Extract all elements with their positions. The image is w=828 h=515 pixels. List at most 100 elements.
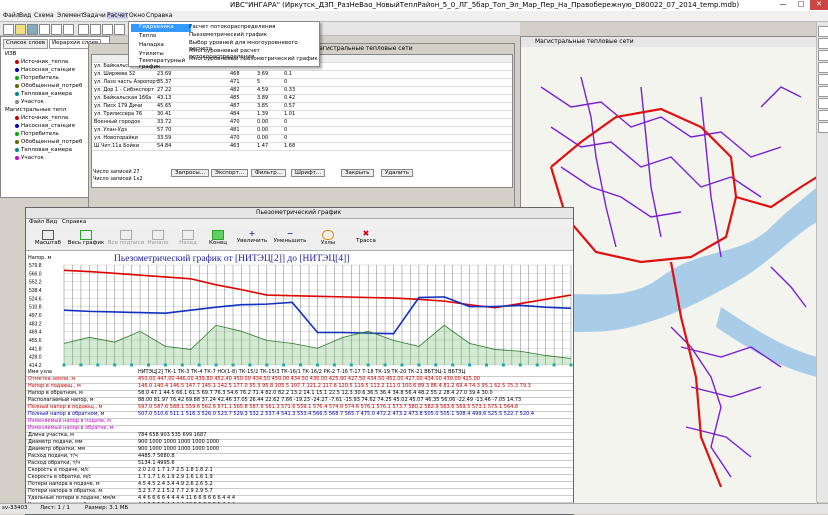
new-icon[interactable] [3,24,14,35]
table-row[interactable]: Ш.Чит.11а Бойки 54.84 463 1.47 1.68 [92,143,512,151]
measure-tool-icon[interactable] [818,98,828,109]
row-values: 4.5 4.5 2.4 3.4 4.9 2.6 2.6 5.2 [138,481,213,487]
menu-item-tuning[interactable]: Наладка [131,42,191,50]
table-row[interactable]: ул. Дор 1 - Сибэкспорт 27.22 482 4.59 0.33 [92,87,512,95]
piezo-menu-view[interactable]: Вид [46,219,57,225]
layer-tool-icon[interactable] [818,122,828,133]
layers-icon[interactable] [114,24,125,35]
piezo-menu-help[interactable]: Справка [62,219,86,225]
row-values: 2.0 2.0 1.7 1.7 2.5 1.8 1.8 2.1 [138,467,213,473]
route-button[interactable]: ✖ Трасса [346,230,386,248]
tree-item[interactable]: Потребитель [15,131,59,137]
export-button[interactable]: Экспорт... [211,169,249,177]
tree-item[interactable]: Магистральные тепл [5,107,66,113]
tree-item[interactable]: Тепловая_камера [15,147,72,153]
y-tick-label: 552.2 [29,280,42,286]
menu-item-hydraulics[interactable]: Гидравлика [131,24,191,32]
tree-item[interactable]: Потребитель [15,75,59,81]
data-grid[interactable]: ул. Байкальская 23510.624833.812.67 ул. … [91,54,513,188]
print-icon[interactable] [78,24,89,35]
record-count: Число записей 27 [93,169,140,175]
node-tool-icon[interactable] [818,74,828,85]
node-marker [366,363,370,367]
font-button[interactable]: Шрифт... [291,169,326,177]
menu-help[interactable]: Справка [146,12,172,19]
tree-item[interactable]: Участок [15,155,44,161]
maximize-button[interactable]: □ [792,0,810,10]
menu-window[interactable]: Окно [129,12,145,19]
minimize-button[interactable]: — [774,0,792,10]
tree-item[interactable]: ИЗВ [5,51,16,57]
menu-view[interactable]: Вид [19,12,31,19]
tree-item[interactable]: Насосная_станция [15,67,75,73]
tree-item[interactable]: Насосная_станция [15,123,75,129]
menu-item-temp-graph[interactable]: Температурный график [131,58,191,70]
whole-graph-button[interactable]: Весь график [66,230,106,248]
row-label: Диаметр обратки, мм [28,446,86,452]
row-label: Изменяемый напор в обратке, м [28,425,114,431]
menu-calc[interactable]: Расчет [107,12,129,19]
table-row[interactable]: ул. Лазо часть Аэропорт 35.37 471 5 0 [92,79,512,87]
select-tool-icon[interactable] [818,26,828,37]
piezo-data-table[interactable]: Имя узла НИТЭЦ[2] ТК-1 ТК-3 ТК-4 ТК-7 НО(… [26,369,573,514]
chart-svg[interactable]: Пьезометрический график от [НИТЭЦ[2]] до… [26,251,573,369]
table-row[interactable]: ул. Ширяева 32 23.69 468 3.69 0.1 [92,71,512,79]
table-row[interactable]: ул. Новоторайки 33.59 470 0.00 0 [92,135,512,143]
y-axis-title: Напор, м [28,255,52,261]
tree-item[interactable]: Обобщенный_потреб [15,83,82,89]
cut-icon[interactable] [39,24,50,35]
delete-button[interactable]: Удалить [381,169,414,177]
info-tool-icon[interactable] [818,110,828,121]
labels-icon [120,230,132,240]
tree-item[interactable]: Тепловая_камера [15,91,72,97]
row-values: 784 658 903 535 699 1687 [138,432,207,438]
node-marker [163,363,167,367]
node-marker [400,363,404,367]
zoom-out-button[interactable]: − Уменьшить [270,230,310,248]
row-label: Отметка земли, м [28,376,76,382]
copy-icon[interactable] [51,24,62,35]
nodes-button[interactable]: Узлы [308,230,348,248]
select-icon[interactable] [102,24,113,35]
tree-item[interactable]: Источник_тепла [15,59,68,65]
menu-item-heat[interactable]: Тепло [131,33,191,41]
table-row[interactable]: Военный городок 33.72 470 0.00 0 [92,119,512,127]
table-row[interactable]: ул. Байкальская 166а 43.13 485 3.89 0.42 [92,95,512,103]
open-icon[interactable] [15,24,26,35]
tree-item[interactable]: Участок [15,99,44,105]
menu-element[interactable]: Элемент [57,12,84,19]
menu-tasks[interactable]: Задачи [83,12,106,19]
save-icon[interactable] [27,24,38,35]
y-tick-label: 524.6 [29,296,42,302]
table-row[interactable]: ул. Трилиссера 76 30.41 484 1.39 1.01 [92,111,512,119]
submenu-piezo-graph[interactable]: Пьезометрический график [189,32,267,38]
queries-button[interactable]: Запросы... [171,169,209,177]
menu-scheme[interactable]: Схема [34,12,54,19]
tab-layers-list[interactable]: Список слоев [3,39,48,49]
close-button[interactable]: ✕ [810,0,828,10]
zoom-in-icon[interactable] [818,50,828,61]
piezometric-chart[interactable]: Пьезометрический график от [НИТЭЦ[2]] до… [26,251,573,369]
menu-file[interactable]: Файл [3,12,20,19]
table-row[interactable]: ул. Улан-Удэ 57.70 481 0.00 0 [92,127,512,135]
line-tool-icon[interactable] [818,86,828,97]
scale-button[interactable]: Масштаб [28,230,68,248]
tree-item[interactable]: Источник_тепла [15,115,68,121]
paste-icon[interactable] [63,24,74,35]
filter-button[interactable]: Фильтр... [251,169,287,177]
submenu-multilevel-piezo[interactable]: Многоуровневый пьезометрический график [189,56,318,62]
node-marker [501,363,505,367]
zoom-in-button[interactable]: + Увеличить [232,230,272,248]
zoom-icon[interactable] [90,24,101,35]
piezo-menu-file[interactable]: Файл [29,219,44,225]
row-label: Напор в подающ., м [28,383,81,389]
close-table-button[interactable]: Закрыть [341,169,374,177]
table-row[interactable]: ул. Писк 179 Дичи 45.65 487 3.85 0.57 [92,103,512,111]
tree-item[interactable]: Обобщенный_потреб [15,139,82,145]
submenu-flow-calc[interactable]: Расчет потокораспределения [189,24,275,30]
node-marker [535,363,539,367]
zoom-out-icon[interactable] [818,62,828,73]
pan-tool-icon[interactable] [818,38,828,49]
row-label: Удельные потери в подаче, мм/м [28,495,116,501]
node-marker [282,363,286,367]
